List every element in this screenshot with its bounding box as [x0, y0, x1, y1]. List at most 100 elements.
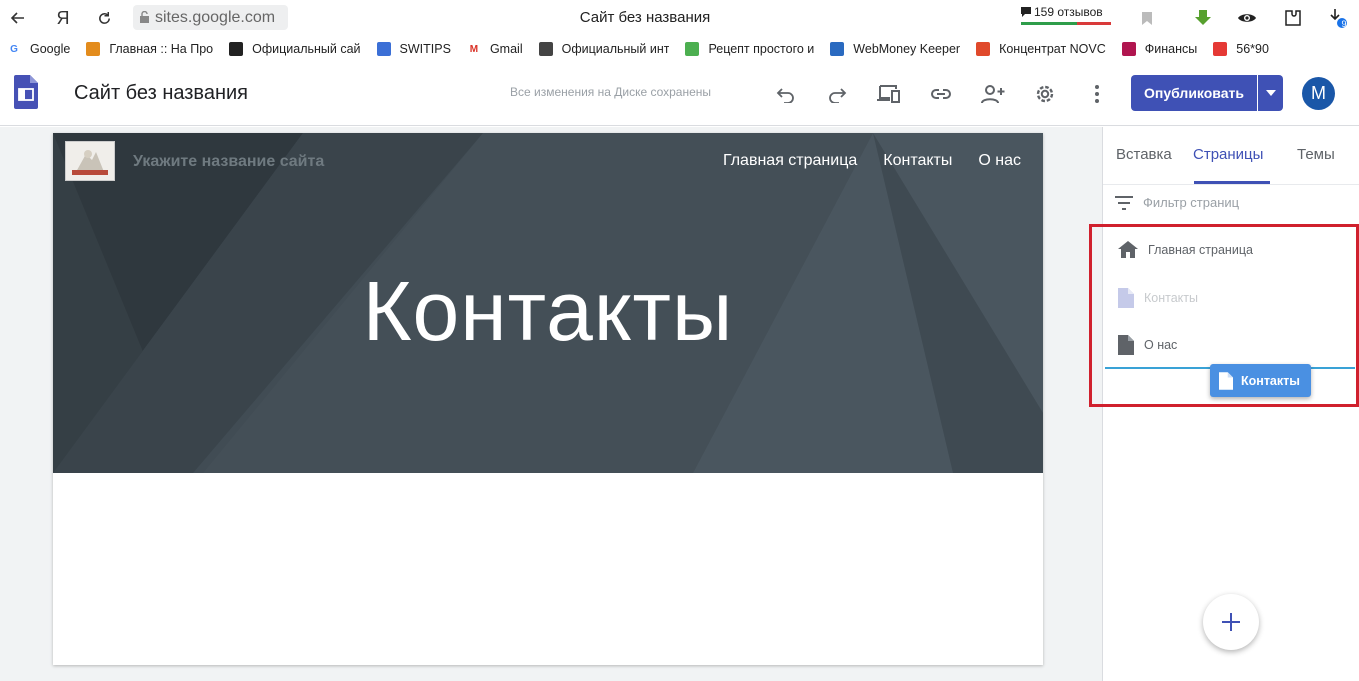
downloads-icon[interactable]: 9 [1326, 7, 1348, 29]
more-vert-icon[interactable] [1084, 81, 1110, 107]
reviews-count: 159 отзывов [1034, 5, 1103, 19]
bookmark-icon [976, 42, 991, 56]
tab-themes[interactable]: Темы [1297, 146, 1335, 163]
page-icon [1118, 288, 1134, 308]
bookmark-item[interactable]: Главная :: На Про [86, 42, 213, 56]
reload-icon[interactable] [92, 6, 116, 30]
eye-icon[interactable] [1236, 7, 1258, 29]
tab-pages[interactable]: Страницы [1193, 146, 1263, 163]
page-item-about[interactable]: О нас [1118, 335, 1177, 355]
page-filter[interactable]: Фильтр страниц [1115, 195, 1239, 210]
add-person-icon[interactable] [980, 81, 1006, 107]
account-avatar[interactable]: M [1302, 77, 1335, 110]
site-nav-contacts[interactable]: Контакты [883, 152, 952, 170]
bookmark-item[interactable]: Рецепт простого и [685, 42, 814, 56]
save-status: Все изменения на Диске сохранены [510, 85, 712, 99]
bookmark-icon [229, 42, 244, 56]
plus-icon [1222, 613, 1240, 631]
address-bar[interactable]: sites.google.com [133, 5, 288, 30]
bookmark-item[interactable]: Официальный инт [538, 42, 670, 56]
undo-icon[interactable] [773, 81, 799, 107]
download-arrow-icon[interactable] [1192, 7, 1214, 29]
site-name-placeholder[interactable]: Укажите название сайта [133, 153, 324, 171]
bookmark-label: Gmail [489, 42, 523, 56]
url-text: sites.google.com [155, 8, 276, 26]
home-icon [1118, 241, 1138, 258]
reviews-widget[interactable]: 159 отзывов [1020, 5, 1103, 19]
add-page-button[interactable] [1203, 594, 1259, 650]
page-item-contacts[interactable]: Контакты [1118, 288, 1198, 308]
page-item-label: Главная страница [1148, 242, 1253, 257]
publish-options-button[interactable] [1258, 75, 1283, 111]
site-navigation: Главная страница Контакты О нас [723, 152, 1021, 170]
back-arrow-icon[interactable] [6, 6, 30, 30]
document-title[interactable]: Сайт без названия [74, 82, 248, 105]
bookmark-label: Официальный сай [252, 42, 361, 56]
settings-gear-icon[interactable] [1032, 81, 1058, 107]
bookmark-item[interactable]: Финансы [1121, 42, 1198, 56]
bookmark-item[interactable]: WebMoney Keeper [830, 42, 960, 56]
tab-insert[interactable]: Вставка [1116, 146, 1172, 163]
bookmark-label: Концентрат NOVC [999, 42, 1106, 56]
side-panel: Вставка Страницы Темы Фильтр страниц Гла… [1089, 127, 1359, 681]
extensions-icon[interactable] [1282, 7, 1304, 29]
site-page-preview[interactable]: Укажите название сайта Главная страница … [53, 133, 1043, 665]
page-item-label: О нас [1144, 338, 1178, 352]
browser-tab-title: Сайт без названия [579, 9, 711, 26]
downloads-badge: 9 [1341, 19, 1347, 29]
bookmark-icon [685, 42, 700, 56]
dragged-page-chip[interactable]: Контакты [1210, 364, 1311, 397]
bookmark-icon [830, 42, 845, 56]
active-tab-indicator [1194, 181, 1270, 184]
bookmark-flag-icon[interactable] [1136, 7, 1158, 29]
page-icon [1118, 335, 1134, 355]
caret-down-icon [1265, 90, 1276, 96]
bookmark-icon [1213, 42, 1228, 56]
yandex-logo-icon[interactable]: Я [51, 6, 75, 30]
publish-button[interactable]: Опубликовать [1131, 75, 1257, 111]
google-icon: G [10, 43, 18, 55]
bookmark-label: WebMoney Keeper [853, 42, 961, 56]
google-sites-logo-icon[interactable] [14, 75, 38, 109]
lock-icon [133, 11, 155, 24]
page-item-home[interactable]: Главная страница [1118, 241, 1253, 258]
hero-banner[interactable]: Укажите название сайта Главная страница … [53, 133, 1043, 473]
comment-icon [1021, 7, 1031, 17]
filter-icon [1115, 195, 1133, 210]
panel-tabs: Вставка Страницы Темы [1103, 127, 1359, 185]
dragged-page-label: Контакты [1241, 373, 1300, 388]
device-preview-icon[interactable] [876, 81, 902, 107]
bookmark-icon [376, 42, 391, 56]
filter-placeholder: Фильтр страниц [1143, 195, 1240, 210]
bookmark-icon [86, 42, 101, 56]
site-logo-image[interactable] [65, 141, 115, 181]
bookmark-label: Финансы [1144, 42, 1198, 56]
bookmark-item[interactable]: SWITIPS [376, 42, 451, 56]
gmail-icon: M [469, 43, 479, 55]
bookmark-icon [538, 42, 553, 56]
redo-icon[interactable] [824, 81, 850, 107]
bookmark-label: Главная :: На Про [109, 42, 214, 56]
bookmark-icon [1121, 42, 1136, 56]
site-nav-home[interactable]: Главная страница [723, 152, 857, 170]
bookmark-item[interactable]: G Google [7, 42, 70, 56]
bookmark-item[interactable]: M Gmail [467, 42, 523, 56]
browser-toolbar: Я sites.google.com Сайт без названия 159… [0, 0, 1359, 36]
sites-app-header: Сайт без названия Все изменения на Диске… [0, 62, 1359, 126]
bookmark-label: 56*90 [1236, 42, 1269, 56]
bookmark-item[interactable]: Концентрат NOVC [976, 42, 1106, 56]
bookmark-label: Рецепт простого и [708, 42, 815, 56]
bookmark-item[interactable]: Официальный сай [229, 42, 361, 56]
site-nav-about[interactable]: О нас [978, 152, 1021, 170]
link-icon[interactable] [928, 81, 954, 107]
bookmark-label: Официальный инт [561, 42, 670, 56]
bookmark-label: SWITIPS [399, 42, 451, 56]
editor-canvas: Укажите название сайта Главная страница … [0, 127, 1102, 681]
bookmark-item[interactable]: 56*90 [1213, 42, 1269, 56]
bookmark-label: Google [30, 42, 71, 56]
bookmarks-bar: G Google Главная :: На Про Официальный сай S… [0, 36, 1359, 62]
page-title[interactable]: Контакты [53, 263, 1043, 360]
page-icon [1219, 371, 1233, 390]
page-item-label: Контакты [1144, 291, 1198, 305]
reviews-rating-bar [1021, 22, 1111, 25]
